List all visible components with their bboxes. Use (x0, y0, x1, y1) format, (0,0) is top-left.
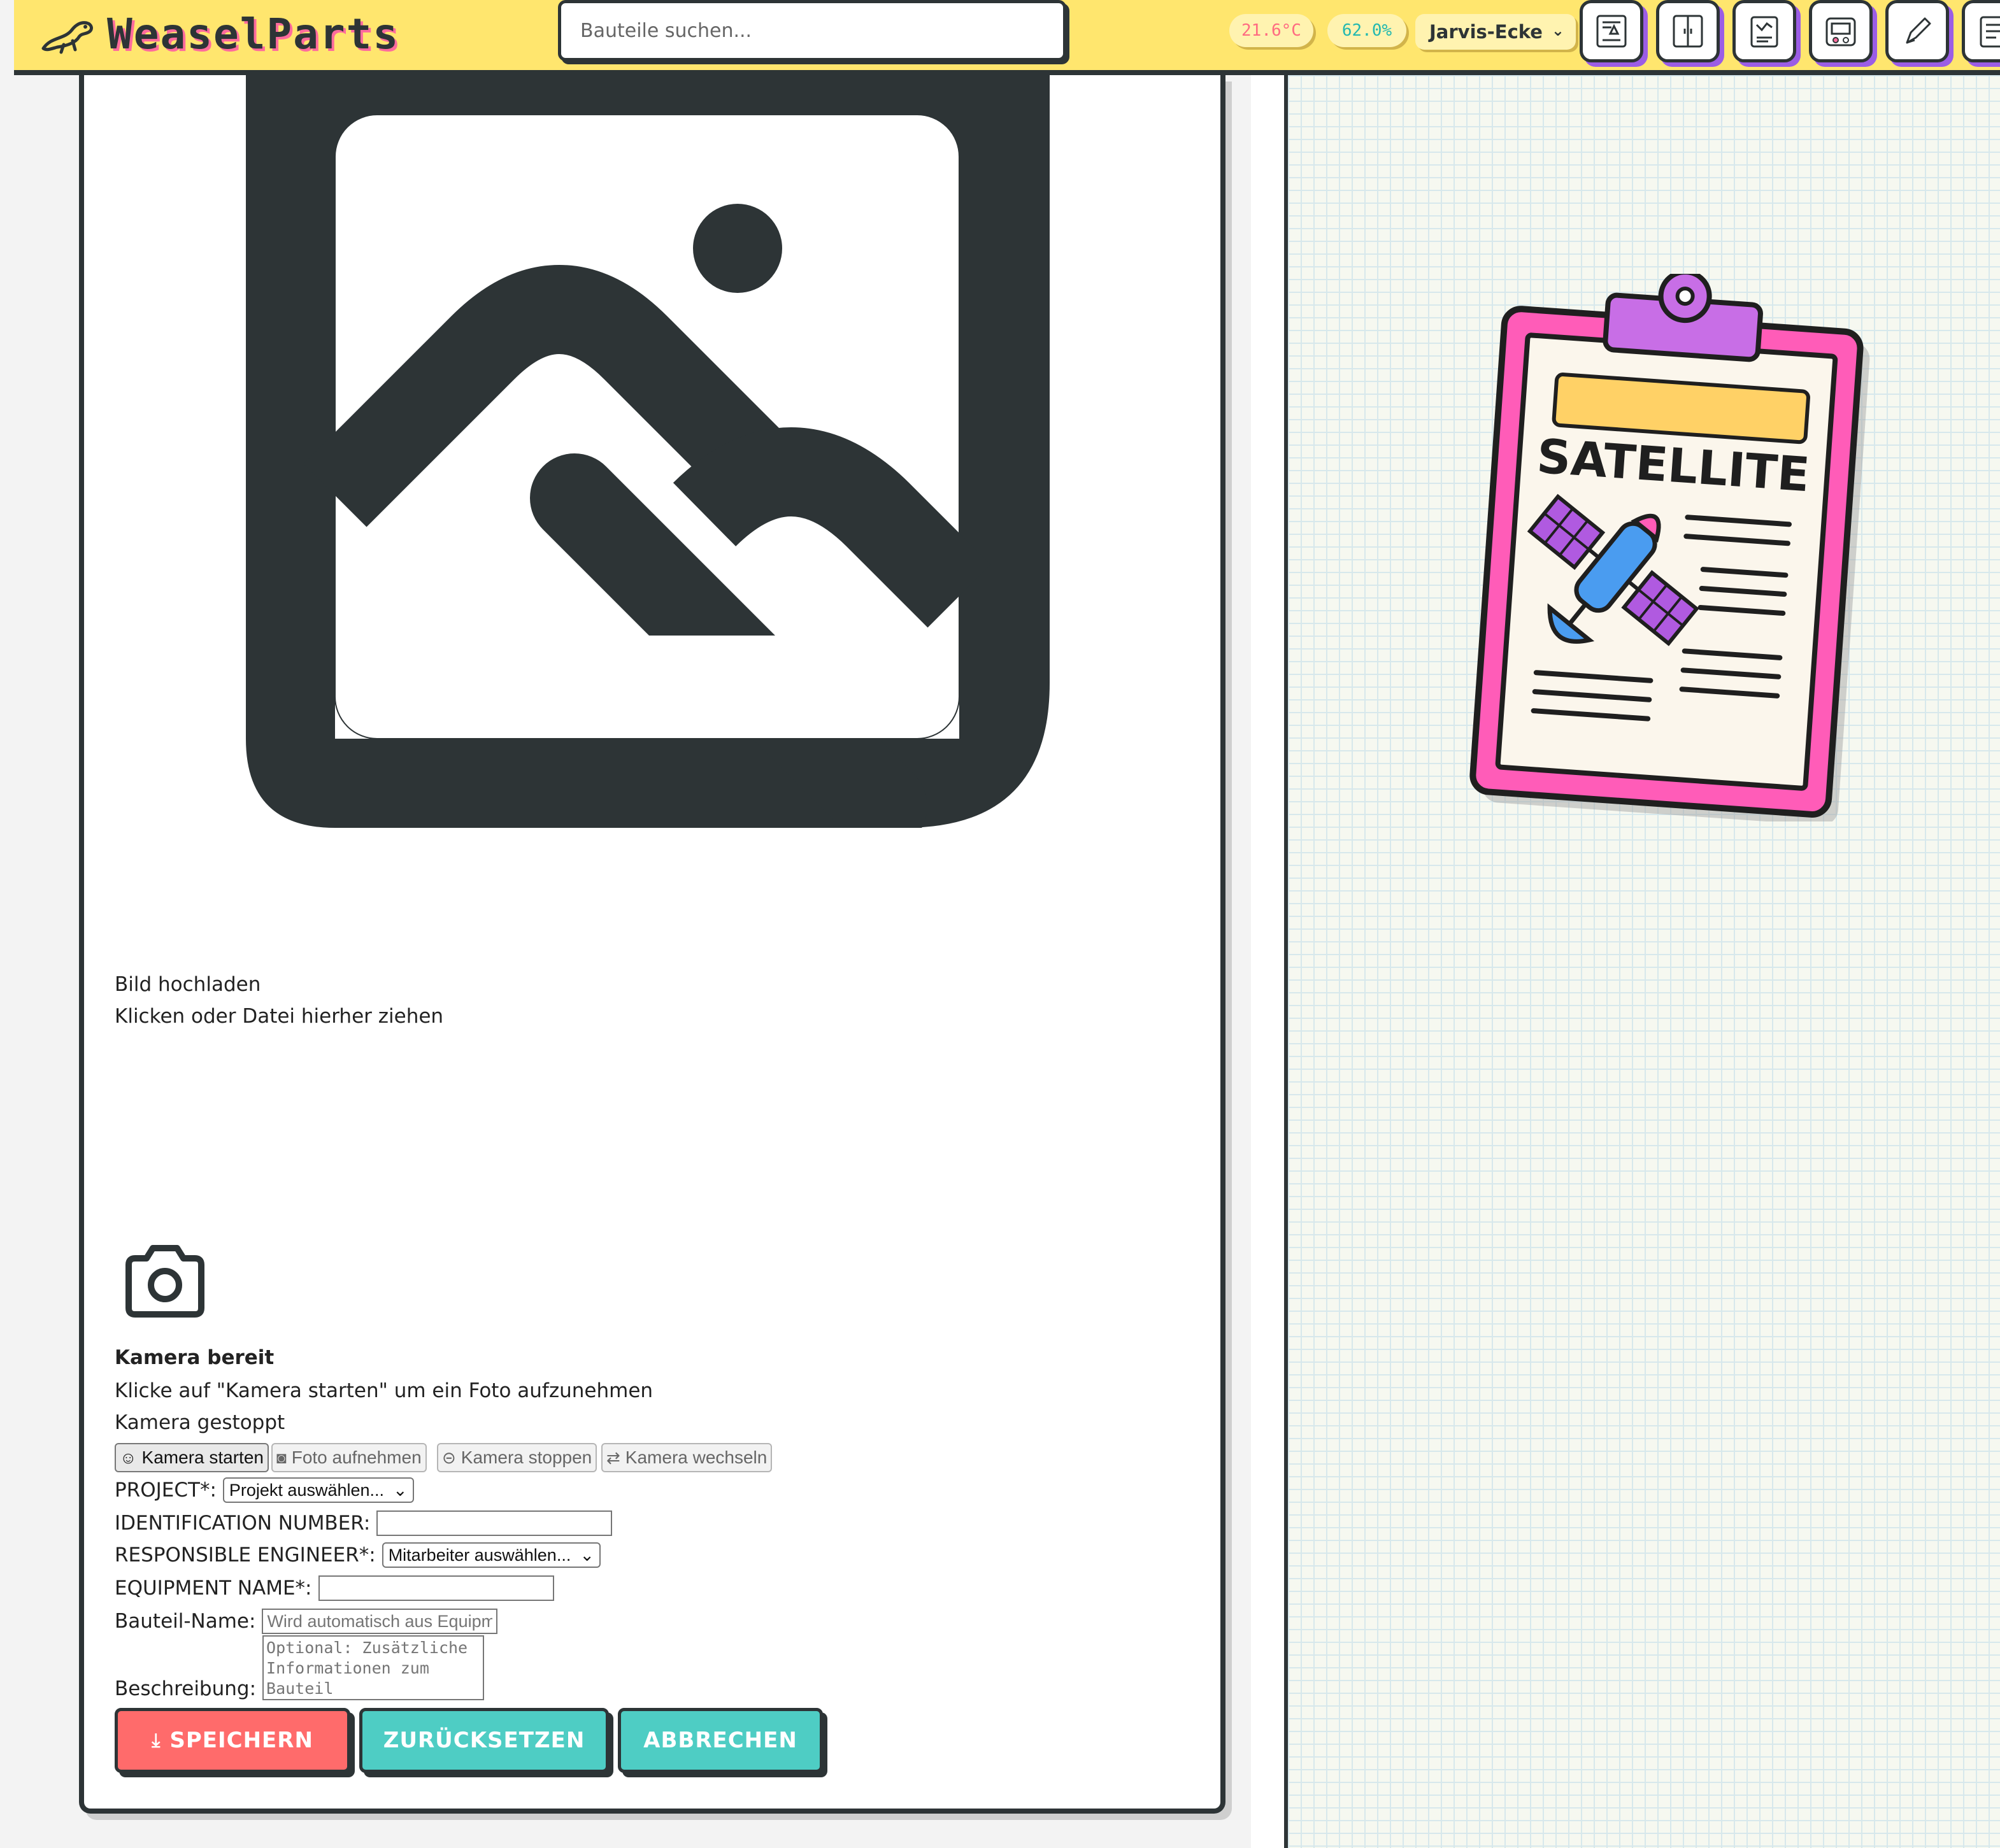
switch-camera-button[interactable]: ⇄ Kamera wechseln (601, 1443, 773, 1472)
part-name-input[interactable] (262, 1609, 498, 1634)
reset-label: ZURÜCKSETZEN (383, 1728, 585, 1753)
identification-input[interactable] (376, 1510, 613, 1536)
camera-small-icon: ◙ (276, 1447, 287, 1467)
project-row: PROJECT*: Projekt auswählen... ⌄ (115, 1477, 414, 1503)
device-icon (1825, 17, 1856, 46)
download-icon: ⤓ (152, 1729, 161, 1752)
search-input[interactable] (558, 0, 1066, 61)
tool-blueprint-button[interactable] (1580, 0, 1643, 62)
chevron-down-icon: ⌄ (393, 1480, 408, 1500)
document-icon (1980, 16, 2000, 48)
cancel-button[interactable]: ABBRECHEN (618, 1708, 823, 1773)
location-label: Jarvis-Ecke (1429, 21, 1543, 43)
camera-hint: Klicke auf "Kamera starten" um ein Foto … (115, 1379, 654, 1402)
stop-camera-button[interactable]: ⊝ Kamera stoppen (437, 1443, 597, 1472)
engineer-select[interactable]: Mitarbeiter auswählen... ⌄ (382, 1542, 601, 1568)
smiley-icon: ☺ (120, 1447, 137, 1467)
upload-hint: Klicken oder Datei hierher ziehen (115, 1005, 444, 1028)
equipment-name-input[interactable] (318, 1575, 554, 1601)
tool-cabinet-button[interactable] (1656, 0, 1720, 62)
capture-photo-label: Foto aufnehmen (291, 1447, 422, 1467)
identification-label: IDENTIFICATION NUMBER: (115, 1512, 371, 1535)
switch-icon: ⇄ (606, 1447, 620, 1467)
tool-document-button[interactable] (1962, 0, 2000, 62)
stop-icon: ⊝ (442, 1447, 456, 1467)
temperature-badge: 21.6°C (1229, 14, 1313, 47)
part-name-row: Bauteil-Name: (115, 1609, 498, 1634)
equipment-label: EQUIPMENT NAME*: (115, 1577, 312, 1600)
description-textarea[interactable] (262, 1635, 485, 1700)
save-button[interactable]: ⤓ SPEICHERN (115, 1708, 350, 1773)
pencil-icon (1906, 17, 1931, 44)
description-label: Beschreibung: (115, 1677, 257, 1700)
camera-status: Kamera bereit (115, 1346, 275, 1369)
engineer-label: RESPONSIBLE ENGINEER*: (115, 1544, 376, 1567)
chevron-down-icon: ⌄ (1551, 22, 1564, 39)
description-row: Beschreibung: (115, 1635, 485, 1700)
part-name-label: Bauteil-Name: (115, 1610, 256, 1633)
capture-photo-button[interactable]: ◙ Foto aufnehmen (271, 1443, 427, 1472)
engineer-row: RESPONSIBLE ENGINEER*: Mitarbeiter auswä… (115, 1542, 601, 1568)
tool-pencil-button[interactable] (1885, 0, 1949, 62)
start-camera-button[interactable]: ☺ Kamera starten (115, 1443, 269, 1472)
id-row: IDENTIFICATION NUMBER: (115, 1510, 613, 1536)
tool-device-button[interactable] (1809, 0, 1873, 62)
chevron-down-icon: ⌄ (580, 1545, 594, 1565)
stop-camera-label: Kamera stoppen (461, 1447, 592, 1467)
panel-gutter (1251, 75, 1284, 1848)
cabinet-icon (1673, 15, 1703, 48)
brand[interactable]: WeaselParts (38, 5, 399, 62)
equipment-row: EQUIPMENT NAME*: (115, 1575, 554, 1601)
cancel-label: ABBRECHEN (643, 1728, 797, 1753)
humidity-badge: 62.0% (1327, 14, 1406, 47)
start-camera-label: Kamera starten (141, 1447, 264, 1467)
project-select-value: Projekt auswählen... (229, 1480, 385, 1500)
brand-name: WeaselParts (107, 9, 400, 59)
switch-camera-label: Kamera wechseln (625, 1447, 768, 1467)
reset-button[interactable]: ZURÜCKSETZEN (359, 1708, 609, 1773)
image-placeholder-icon[interactable] (246, 75, 1050, 828)
engineer-select-value: Mitarbeiter auswählen... (388, 1545, 571, 1565)
notes-icon (1750, 16, 1778, 48)
weasel-logo-icon (41, 21, 93, 54)
save-label: SPEICHERN (169, 1728, 313, 1753)
project-select[interactable]: Projekt auswählen... ⌄ (222, 1477, 414, 1503)
upload-title: Bild hochladen (115, 973, 261, 996)
camera-state: Kamera gestoppt (115, 1411, 285, 1434)
project-label: PROJECT*: (115, 1479, 217, 1502)
location-select[interactable]: Jarvis-Ecke ⌄ (1415, 14, 1576, 50)
tool-notes-button[interactable] (1732, 0, 1796, 62)
satellite-clipboard-illustration: SATELLITE (1469, 274, 1870, 821)
camera-icon (125, 1245, 204, 1318)
top-header: WeaselParts 21.6°C 62.0% Jarvis-Ecke ⌄ (14, 0, 2000, 75)
blueprint-icon (1596, 15, 1627, 48)
